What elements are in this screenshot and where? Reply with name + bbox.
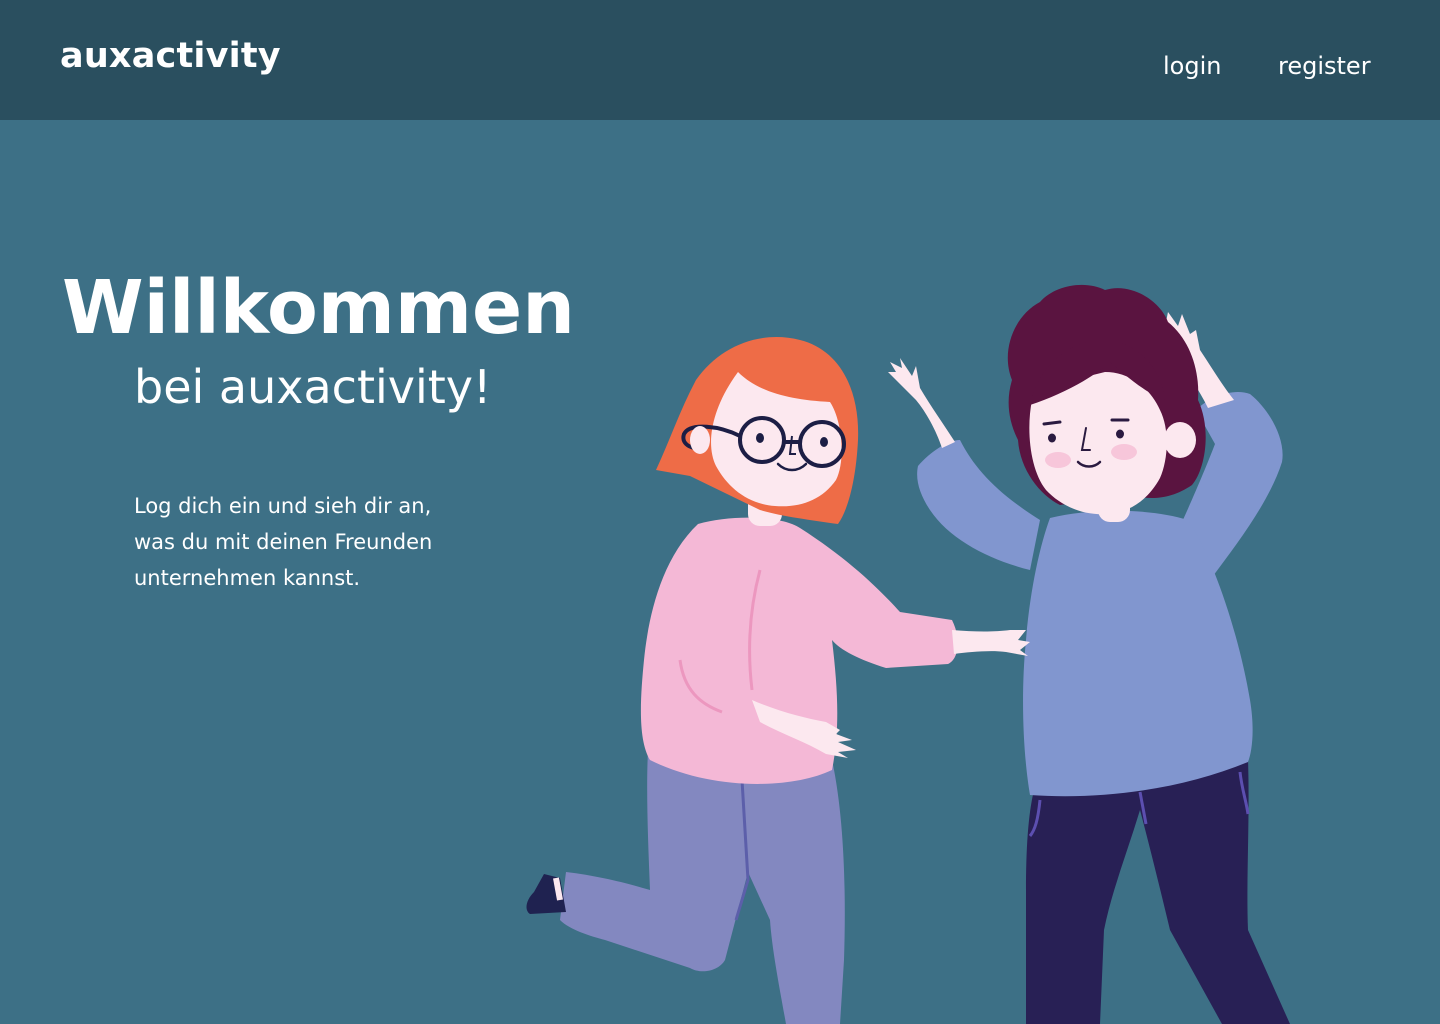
person-left-pants <box>560 750 845 1024</box>
person-right-left-arm <box>917 440 1040 570</box>
person-right-hand-left <box>888 358 955 448</box>
person-left-hand-reach <box>952 630 1030 656</box>
person-left-sweater <box>640 517 958 784</box>
person-left <box>526 337 1030 1024</box>
person-right-pants <box>1026 758 1290 1024</box>
landing-page: auxactivity login register Willkommen be… <box>0 0 1440 1024</box>
friends-illustration <box>526 284 1290 1024</box>
